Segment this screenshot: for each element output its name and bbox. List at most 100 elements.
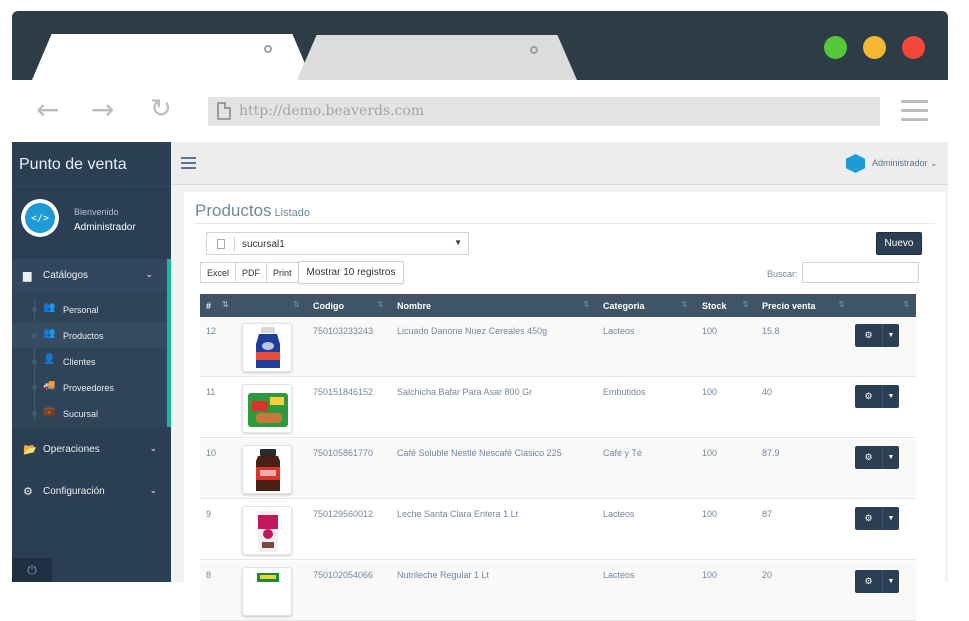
caret-down-icon[interactable]: ▼ xyxy=(882,385,899,408)
cogs-icon: ⚙ xyxy=(23,486,33,498)
row-category: Café y Té xyxy=(603,448,642,458)
sidebar-section-configuracion[interactable]: ⚙ Configuración ⌄ xyxy=(12,475,171,509)
sidebar-section-operaciones[interactable]: 📂 Operaciones ⌄ xyxy=(12,433,171,467)
reload-icon[interactable]: ↻ xyxy=(150,94,172,124)
row-category: Embutidos xyxy=(603,387,646,397)
export-pdf-button[interactable]: PDF xyxy=(235,262,268,283)
sort-icon[interactable]: ⇅ xyxy=(742,300,749,309)
column-header-codigo[interactable]: Codigo xyxy=(313,301,344,311)
row-code: 750105861770 xyxy=(313,448,374,458)
export-excel-button[interactable]: Excel xyxy=(200,262,237,283)
sidebar-item-label: Productos xyxy=(63,331,104,341)
row-id: 8 xyxy=(206,570,212,580)
page-length-button[interactable]: Mostrar 10 registros xyxy=(297,261,405,284)
sort-icon[interactable]: ⇅ xyxy=(583,300,590,309)
row-category: Lacteos xyxy=(603,509,635,519)
chevron-down-icon: ⌄ xyxy=(145,269,153,279)
menu-toggle-icon[interactable] xyxy=(181,157,196,172)
row-code: 750129560012 xyxy=(313,509,374,519)
maximize-window-button[interactable] xyxy=(824,36,847,59)
row-actions: ⚙ ▼ xyxy=(855,385,899,408)
user-menu-label[interactable]: Administrador ⌄ xyxy=(872,158,938,169)
brand-title[interactable]: Punto de venta xyxy=(19,156,127,174)
search-input[interactable] xyxy=(802,262,919,283)
minimize-window-button[interactable] xyxy=(863,36,886,59)
caret-down-icon: ▼ xyxy=(454,238,462,247)
content-panel: Productos Listado sucursal1 ▼ Nuevo Excel… xyxy=(184,192,945,621)
row-code: 750151846152 xyxy=(313,387,374,397)
sidebar-item-personal[interactable]: 👥 Personal xyxy=(12,296,167,322)
page-title: Productos Listado xyxy=(195,201,311,220)
sidebar-item-label: Sucursal xyxy=(63,409,99,419)
branch-select-value: sucursal1 xyxy=(242,239,285,250)
row-price: 87 xyxy=(762,509,773,519)
tab-close-icon[interactable] xyxy=(264,45,272,53)
sort-icon[interactable]: ⇅ xyxy=(222,300,229,309)
browser-menu-icon[interactable] xyxy=(901,100,928,127)
truck-icon: 🚚 xyxy=(43,380,56,391)
print-button[interactable]: Print xyxy=(266,262,299,283)
sidebar-divider xyxy=(12,186,171,187)
sidebar-item-proveedores[interactable]: 🚚 Proveedores xyxy=(12,374,167,400)
branch-select[interactable]: sucursal1 ▼ xyxy=(206,232,469,255)
browser-tab-active[interactable] xyxy=(32,34,312,80)
sidebar-submenu: 👥 Personal 👥 Productos 👤 Clientes 🚚 Prov… xyxy=(12,293,171,427)
back-arrow-icon[interactable]: ← xyxy=(36,93,59,126)
product-image-milk-carton xyxy=(242,506,292,555)
tab-close-icon[interactable] xyxy=(530,46,538,54)
table-row: 12 750103233243 Licuado Danone Nuez Cere… xyxy=(200,317,916,377)
submenu-bullet xyxy=(32,359,37,364)
row-name: Leche Santa Clara Entera 1 Lt xyxy=(397,509,519,519)
column-header-id[interactable]: # xyxy=(206,301,211,311)
row-actions: ⚙ ▼ xyxy=(855,507,899,530)
submenu-bullet xyxy=(32,411,37,416)
sidebar-section-label: Operaciones xyxy=(43,444,100,455)
row-stock: 100 xyxy=(702,509,718,519)
row-stock: 100 xyxy=(702,326,718,336)
column-header-stock[interactable]: Stock xyxy=(702,301,727,311)
sidebar-item-clientes[interactable]: 👤 Clientes xyxy=(12,348,167,374)
user-avatar[interactable] xyxy=(846,154,865,173)
sort-icon[interactable]: ⇅ xyxy=(903,300,910,309)
welcome-text: Bienvenido xyxy=(74,207,119,217)
column-header-precio-venta[interactable]: Precio venta xyxy=(762,301,816,311)
row-name: Café Soluble Nestlé Nescafé Clasico 225 xyxy=(397,448,562,458)
row-id: 11 xyxy=(206,387,216,397)
briefcase-icon: 💼 xyxy=(43,406,56,417)
sidebar-item-sucursal[interactable]: 💼 Sucursal xyxy=(12,400,167,426)
export-button-group: Excel PDF Print Mostrar 10 registros xyxy=(200,261,405,285)
caret-down-icon[interactable]: ▼ xyxy=(882,446,899,469)
product-image-sausage-pack xyxy=(242,384,292,433)
caret-down-icon[interactable]: ▼ xyxy=(882,324,899,347)
gear-icon[interactable]: ⚙ xyxy=(855,324,882,347)
sort-icon[interactable]: ⇅ xyxy=(293,300,300,309)
page-document-icon xyxy=(217,102,231,120)
browser-nav-bar: ← → ↻ http://demo.beaverds.com xyxy=(12,80,948,142)
row-category: Lacteos xyxy=(603,326,635,336)
sidebar-item-label: Personal xyxy=(63,305,99,315)
sidebar-section-catalogos[interactable]: ▆ Catálogos ⌄ xyxy=(12,259,171,293)
caret-down-icon[interactable]: ▼ xyxy=(882,507,899,530)
sort-icon[interactable]: ⇅ xyxy=(681,300,688,309)
row-id: 12 xyxy=(206,326,217,336)
row-stock: 100 xyxy=(702,448,718,458)
browser-tab-inactive[interactable] xyxy=(297,35,577,80)
gear-icon[interactable]: ⚙ xyxy=(855,446,882,469)
new-product-button[interactable]: Nuevo xyxy=(876,232,922,255)
submenu-bullet xyxy=(32,307,37,312)
power-icon[interactable]: ⏻ xyxy=(12,558,52,582)
sort-icon[interactable]: ⇅ xyxy=(377,300,384,309)
gear-icon[interactable]: ⚙ xyxy=(855,507,882,530)
sidebar-item-productos[interactable]: 👥 Productos xyxy=(12,322,167,348)
column-header-nombre[interactable]: Nombre xyxy=(397,301,431,311)
sort-icon[interactable]: ⇅ xyxy=(838,300,845,309)
table-row: 9 750129560012 Leche Santa Clara Entera … xyxy=(200,500,916,560)
gear-icon[interactable]: ⚙ xyxy=(855,385,882,408)
address-bar[interactable]: http://demo.beaverds.com xyxy=(208,97,880,126)
close-window-button[interactable] xyxy=(902,36,925,59)
column-header-categoria[interactable]: Categoria xyxy=(603,301,645,311)
row-actions: ⚙ ▼ xyxy=(855,324,899,347)
browser-title-bar xyxy=(12,11,948,80)
row-price: 40 xyxy=(762,387,773,397)
forward-arrow-icon[interactable]: → xyxy=(91,93,114,126)
